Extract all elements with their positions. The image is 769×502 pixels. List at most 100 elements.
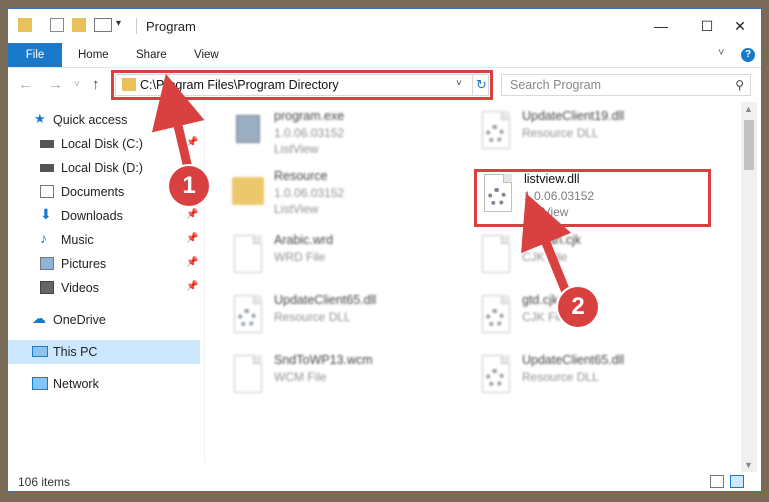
sidebar-item-label: Music (61, 233, 94, 247)
document-file-icon (478, 233, 514, 279)
navigation-bar: ← → ˅ ↑ C:\Program Files\Program Directo… (8, 68, 761, 102)
file-highlight-box (474, 169, 711, 227)
cloud-icon: ☁ (32, 310, 46, 326)
sidebar-item-pictures[interactable]: Pictures 📌 (8, 252, 200, 276)
dll-file-icon (478, 109, 514, 155)
list-item[interactable]: SndToWP13.wcm WCM File (230, 353, 460, 409)
music-icon: ♪ (40, 230, 47, 246)
large-icons-view-icon[interactable] (730, 475, 744, 488)
videos-icon (40, 281, 54, 294)
step-badge-2: 2 (558, 287, 598, 327)
folder-icon (18, 18, 32, 32)
network-icon (32, 377, 48, 390)
recent-dropdown-icon[interactable]: ˅ (74, 79, 80, 90)
qa-dropdown-icon[interactable]: ▾ (116, 18, 121, 29)
sidebar-item-label: This PC (53, 345, 98, 359)
sidebar-item-downloads[interactable]: ⬇ Downloads 📌 (8, 204, 200, 228)
properties-icon[interactable] (50, 18, 64, 32)
help-button[interactable]: ? (741, 48, 755, 62)
minimize-button[interactable]: — (638, 9, 684, 43)
file-name: Arabic.wrd (274, 233, 334, 247)
sidebar-item-network[interactable]: Network (8, 372, 200, 396)
document-file-icon (230, 233, 266, 279)
file-version: 1.0.06.03152 (274, 186, 345, 200)
back-arrow-icon[interactable]: ← (18, 76, 33, 93)
up-arrow-icon[interactable]: ↑ (92, 76, 100, 93)
address-highlight-box (111, 70, 493, 100)
ribbon: File Home Share View ˅ ? (8, 43, 761, 68)
scrollbar-thumb[interactable] (744, 120, 754, 170)
file-name: Resource (274, 169, 328, 183)
tab-file[interactable]: File (8, 43, 62, 67)
search-icon[interactable]: ⚲ (735, 78, 744, 92)
pin-icon[interactable]: 📌 (186, 209, 198, 220)
sidebar-item-label: Documents (61, 185, 125, 199)
file-name: UpdateClient19.dll (522, 109, 625, 123)
close-button[interactable]: ✕ (717, 9, 761, 43)
window-title: Program (146, 19, 196, 34)
details-view-icon[interactable] (710, 475, 724, 488)
file-name: Korean.cjk (522, 233, 582, 247)
file-type: Resource DLL (522, 126, 599, 140)
tab-view[interactable]: View (194, 43, 219, 67)
step-badge-1: 1 (169, 166, 209, 206)
sidebar-item-label: Downloads (61, 209, 123, 223)
list-item[interactable]: Resource 1.0.06.03152 ListView (230, 169, 460, 225)
sidebar-item-quick-access[interactable]: ★ Quick access (8, 108, 200, 132)
list-item[interactable]: UpdateClient65.dll Resource DLL (230, 293, 460, 349)
title-separator (136, 18, 137, 34)
file-type: Resource DLL (522, 370, 599, 384)
document-file-icon (230, 353, 266, 399)
sidebar-item-label: Videos (61, 281, 99, 295)
file-name: UpdateClient65.dll (522, 353, 625, 367)
tab-share[interactable]: Share (136, 43, 167, 67)
search-placeholder: Search Program (510, 78, 602, 92)
expand-ribbon-icon[interactable]: ˅ (718, 47, 724, 59)
drive-icon (40, 140, 54, 148)
sidebar-item-this-pc[interactable]: This PC (8, 340, 200, 364)
list-item[interactable]: Korean.cjk CJK File (478, 233, 708, 289)
pin-icon[interactable]: 📌 (186, 281, 198, 292)
pin-icon[interactable]: 📌 (186, 257, 198, 268)
folder-icon (230, 169, 266, 215)
pin-icon[interactable]: 📌 (186, 233, 198, 244)
file-type: CJK File (522, 250, 568, 264)
sidebar-item-local-disk-c[interactable]: Local Disk (C:) 📌 (8, 132, 200, 156)
tab-home[interactable]: Home (78, 43, 109, 67)
sidebar-item-label: OneDrive (53, 313, 106, 327)
documents-icon (40, 185, 54, 198)
sidebar-item-label: Network (53, 377, 99, 391)
file-name: gtd.cjk (522, 293, 559, 307)
pane-divider (204, 102, 205, 462)
list-item[interactable]: Arabic.wrd WRD File (230, 233, 460, 289)
exe-file-icon (230, 109, 266, 155)
list-item[interactable]: UpdateClient19.dll Resource DLL (478, 109, 708, 165)
sidebar-item-label: Pictures (61, 257, 107, 271)
dll-file-icon (478, 293, 514, 339)
list-item[interactable]: UpdateClient65.dll Resource DLL (478, 353, 708, 409)
forward-arrow-icon[interactable]: → (48, 76, 63, 93)
file-version: 1.0.06.03152 (274, 126, 345, 140)
scroll-down-icon[interactable]: ▼ (744, 460, 753, 470)
vertical-scrollbar[interactable]: ▲ ▼ (741, 102, 757, 472)
dll-file-icon (230, 293, 266, 339)
item-count: 106 items (18, 475, 71, 489)
status-bar: 106 items (8, 471, 761, 491)
pin-icon[interactable]: 📌 (186, 137, 198, 148)
sidebar-item-label: Local Disk (D:) (61, 161, 143, 175)
computer-icon (32, 346, 48, 357)
star-icon: ★ (34, 111, 46, 126)
sidebar-item-music[interactable]: ♪ Music 📌 (8, 228, 200, 252)
sidebar-item-videos[interactable]: Videos 📌 (8, 276, 200, 300)
sidebar-item-onedrive[interactable]: ☁ OneDrive (8, 308, 200, 332)
explorer-window: ▾ Program — ☐ ✕ File Home Share View ˅ ?… (7, 8, 762, 492)
customize-toolbar-icon[interactable] (94, 18, 112, 32)
file-type: WRD File (274, 250, 326, 264)
title-bar: ▾ Program — ☐ ✕ (8, 9, 761, 43)
new-folder-icon[interactable] (72, 18, 86, 32)
sidebar-item-label: Local Disk (C:) (61, 137, 143, 151)
scroll-up-icon[interactable]: ▲ (744, 104, 753, 114)
search-input[interactable]: Search Program ⚲ (501, 74, 751, 96)
list-item[interactable]: program.exe 1.0.06.03152 ListView (230, 109, 460, 165)
file-type: Resource DLL (274, 310, 351, 324)
